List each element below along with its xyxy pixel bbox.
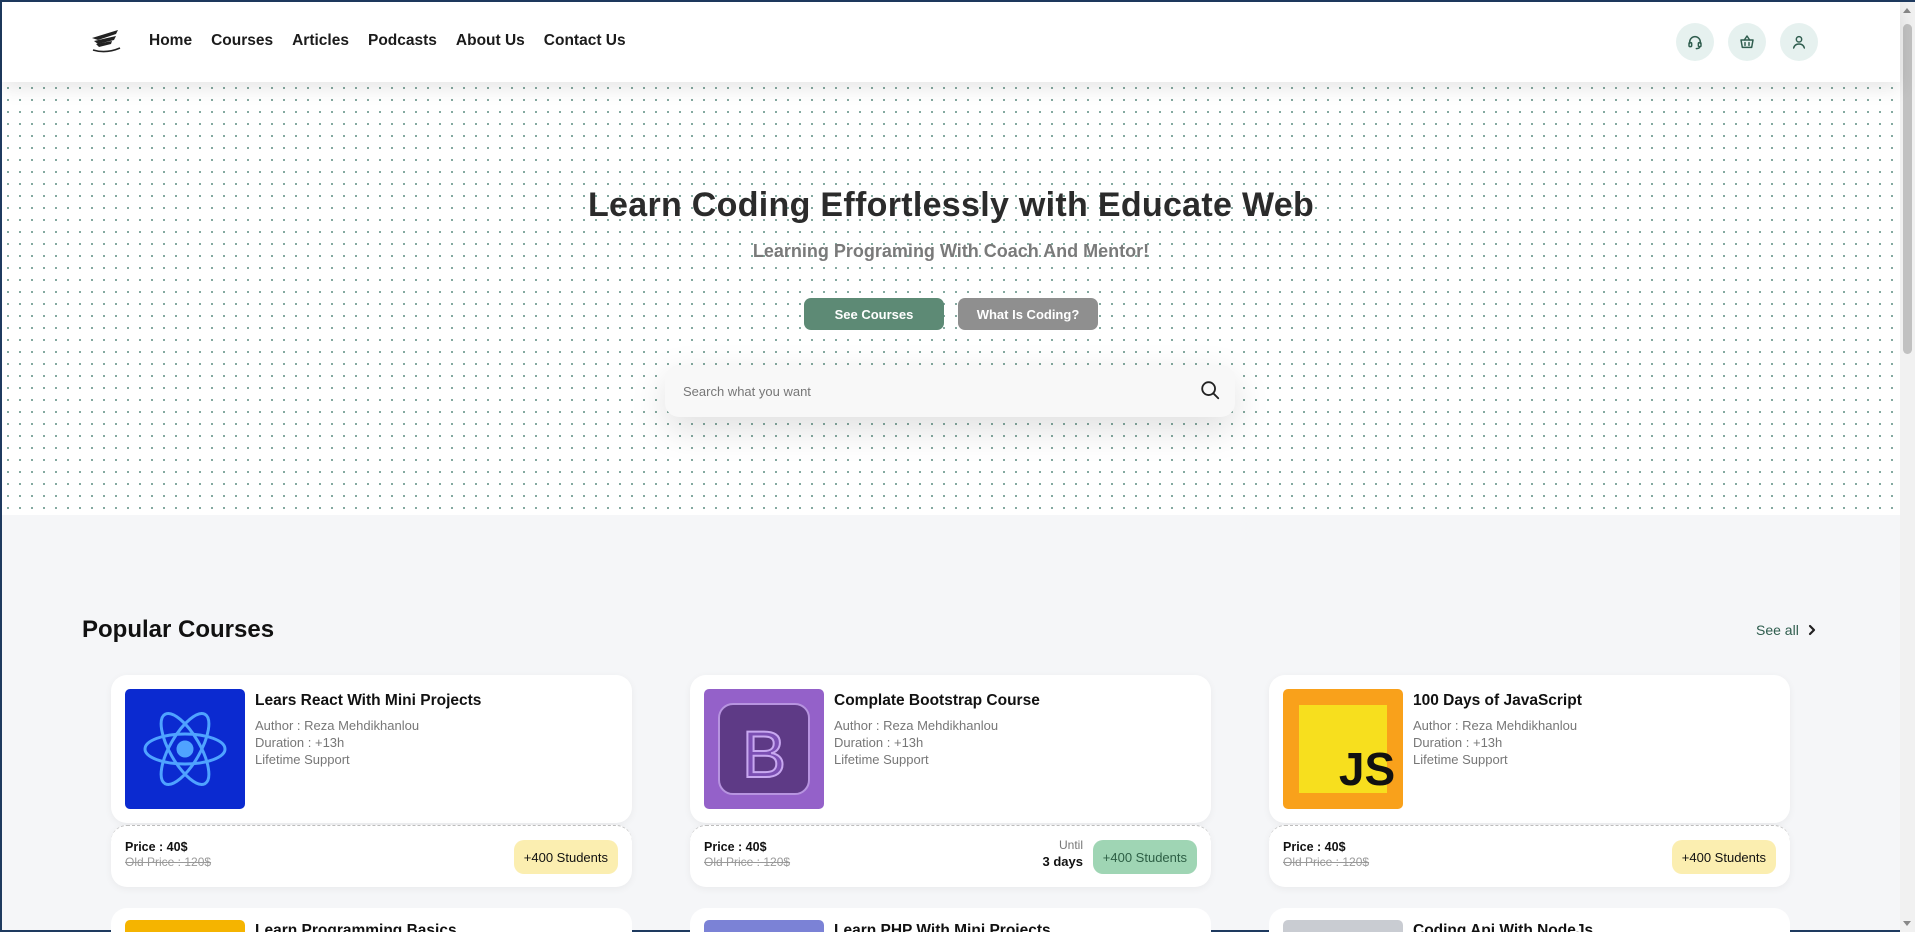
course-card-footer: Price : 40$ Old Price : 120$ Until 3 day… [690,825,1211,887]
course-card-body: JS 100 Days of JavaScript Author : Reza … [1269,675,1790,823]
nav-contact-us[interactable]: Contact Us [544,32,626,50]
course-old-price: Old Price : 120$ [1283,855,1370,869]
course-card-body: Lears React With Mini Projects Author : … [111,675,632,823]
main-nav: Home Courses Articles Podcasts About Us … [149,32,645,50]
nav-podcasts[interactable]: Podcasts [368,32,437,50]
support-button[interactable] [1676,23,1714,61]
nav-home[interactable]: Home [149,32,192,50]
course-card-body: B Complate Bootstrap Course Author : Rez… [690,675,1211,823]
bootstrap-logo-icon: B [704,689,824,809]
headset-icon [1688,36,1702,50]
course-price: Price : 40$ [125,840,188,854]
course-title[interactable]: 100 Days of JavaScript [1413,692,1582,710]
course-author: Author : Reza Mehdikhanlou [1413,718,1578,733]
until-label: Until [1058,838,1083,852]
svg-text:JS: JS [1339,743,1395,795]
see-all-link[interactable]: See all [1756,622,1817,638]
see-courses-button[interactable]: See Courses [804,298,944,330]
discount-timer: Until 3 days [1043,838,1083,869]
user-icon [1792,35,1806,49]
course-duration: Duration : +13h [834,735,924,750]
course-card-footer: Price : 40$ Old Price : 120$ +400 Studen… [1269,825,1790,887]
cart-button[interactable] [1728,23,1766,61]
chevron-right-icon [1808,624,1815,636]
nav-about-us[interactable]: About Us [456,32,525,50]
course-title[interactable]: Coding Api With NodeJs [1413,922,1593,932]
course-thumbnail [1283,920,1403,932]
course-card[interactable]: B Complate Bootstrap Course Author : Rez… [690,675,1211,887]
scroll-thumb[interactable] [1903,24,1912,354]
hero-subtitle: Learning Programing With Coach And Mento… [752,241,1150,261]
nav-courses[interactable]: Courses [211,32,273,50]
students-badge: +400 Students [513,840,618,874]
course-title[interactable]: Complate Bootstrap Course [834,692,1040,710]
section-title: Popular Courses [82,616,275,643]
course-duration: Duration : +13h [1413,735,1503,750]
react-logo-icon [125,689,245,809]
account-button[interactable] [1780,23,1818,61]
hero-title: Learn Coding Effortlessly with Educate W… [587,186,1315,224]
page-scrollbar[interactable] [1900,2,1915,932]
course-card-footer: Price : 40$ Old Price : 120$ +400 Studen… [111,825,632,887]
course-price: Price : 40$ [704,840,767,854]
course-thumbnail [704,920,824,932]
course-support: Lifetime Support [834,752,929,767]
nav-articles[interactable]: Articles [292,32,349,50]
course-card[interactable]: Coding Api With NodeJs [1269,908,1790,932]
course-card[interactable]: Lears React With Mini Projects Author : … [111,675,632,887]
javascript-logo-icon: JS [1283,689,1403,809]
search-input[interactable] [683,365,1163,417]
course-support: Lifetime Support [1413,752,1508,767]
scroll-up-icon[interactable] [1903,8,1911,13]
course-title[interactable]: Learn Programming Basics [255,922,457,932]
course-author: Author : Reza Mehdikhanlou [834,718,999,733]
search-icon[interactable] [1199,379,1221,401]
site-logo-icon[interactable] [90,28,122,54]
course-title[interactable]: Learn PHP With Mini Projects [834,922,1051,932]
course-thumbnail [125,920,245,932]
course-card[interactable]: Learn PHP With Mini Projects [690,908,1211,932]
course-price: Price : 40$ [1283,840,1346,854]
search-bar [665,365,1235,417]
course-old-price: Old Price : 120$ [125,855,212,869]
site-header: Home Courses Articles Podcasts About Us … [2,2,1900,82]
svg-text:B: B [742,717,786,791]
course-duration: Duration : +13h [255,735,345,750]
see-all-label: See all [1756,622,1799,638]
course-support: Lifetime Support [255,752,350,767]
scroll-down-icon[interactable] [1903,921,1911,926]
hero-section: Learn Coding Effortlessly with Educate W… [2,82,1900,515]
course-card[interactable]: JS 100 Days of JavaScript Author : Reza … [1269,675,1790,887]
basket-icon [1740,35,1754,49]
course-old-price: Old Price : 120$ [704,855,791,869]
students-badge: +400 Students [1671,840,1776,874]
course-card[interactable]: Learn Programming Basics [111,908,632,932]
students-badge: +400 Students [1092,840,1197,874]
until-value: 3 days [1042,854,1083,869]
course-title[interactable]: Lears React With Mini Projects [255,692,481,710]
course-author: Author : Reza Mehdikhanlou [255,718,420,733]
what-is-coding-button[interactable]: What Is Coding? [958,298,1098,330]
